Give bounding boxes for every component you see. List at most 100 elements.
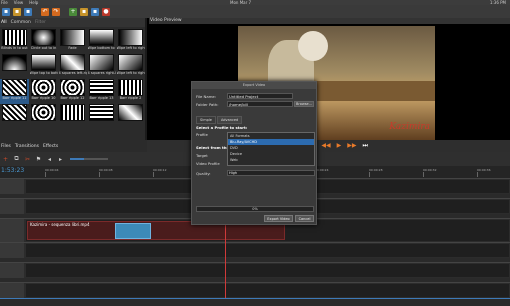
fast-forward-icon[interactable]: ▶▶ [347,142,356,150]
transition-thumbnail [60,54,85,71]
folder-path-label: Folder Path: [196,102,219,107]
transition-item[interactable]: Wipe left to right [116,29,145,54]
transition-label: 4 squares right-left [87,71,116,75]
transition-item[interactable]: Barr ripple 10 [29,79,58,104]
ruler-tick: 00:00:32 [423,168,437,177]
filter-common[interactable]: Common [11,20,31,25]
export-mode-tabs: Simple Advanced [196,116,243,124]
export-video-button[interactable]: Export Video [264,215,293,222]
track-header[interactable] [0,283,24,298]
transition-item[interactable]: Wipe top to bottom [29,54,58,79]
transition-label: Barr ripple 13 [89,96,114,100]
quality-label: Quality: [196,171,211,176]
transition-item[interactable]: 4 squares left-right [58,54,87,79]
transition-thumbnail [60,29,85,46]
fullscreen-icon[interactable]: ▪ [91,7,99,16]
track-header[interactable] [0,263,24,278]
transition-item[interactable] [116,104,145,129]
transition-thumbnail [118,29,143,46]
transition-item[interactable]: 4 squares right-left [87,54,116,79]
toolbar-separator [35,8,38,16]
open-folder-icon[interactable]: ▪ [13,7,21,16]
razor-icon[interactable]: ✂ [24,156,31,163]
transition-label: Wipe left to right [116,46,145,50]
timeline-track[interactable] [0,262,510,278]
transition-label: Barr ripple 12 [60,96,85,100]
profile-label: Profile [196,132,208,137]
transition-item[interactable]: Wipe left to right [116,54,145,79]
track-lane[interactable] [26,264,509,277]
transition-thumbnail [118,104,143,121]
horizontal-scrollbar[interactable] [0,298,510,306]
transition-thumbnail [89,79,114,96]
track-lane[interactable] [26,244,509,257]
profile-icon[interactable]: ▪ [80,7,88,16]
track-header[interactable] [0,219,24,242]
transition-item[interactable] [29,104,58,129]
next-marker-icon[interactable]: ▸ [57,156,64,163]
transition-thumbnail [2,104,27,121]
track-header[interactable] [0,199,24,214]
transition-item[interactable]: Circle out to in [29,29,58,54]
transition-item[interactable] [58,104,87,129]
transition-label: Blinds in to out [1,46,28,50]
jump-end-icon[interactable]: ⏭ [363,142,368,150]
export-video-icon[interactable]: ● [102,7,110,16]
transitions-filter-tabs: All Common Filter [0,18,145,27]
file-name-label: File Name: [196,94,217,99]
add-track-icon[interactable]: + [2,156,9,163]
new-project-icon[interactable]: ▪ [2,7,10,16]
profile-dropdown-list[interactable]: All Formats Blu-Ray/AVCHD DVD Device Web [227,132,315,166]
file-name-input[interactable]: Untitled Project [227,93,293,99]
tab-effects[interactable]: Effects [43,144,58,149]
ruler-tick: 00:00:24 [315,168,329,177]
tab-transitions[interactable]: Transitions [15,144,39,149]
import-files-icon[interactable]: + [69,7,77,16]
main-toolbar: ▪ ▪ ▪ ↶ ↷ + ▪ ▪ ● [0,5,510,18]
track-lane[interactable] [26,284,509,297]
previous-marker-icon[interactable]: ◂ [46,156,53,163]
tab-advanced[interactable]: Advanced [216,116,243,124]
redo-icon[interactable]: ↷ [52,7,60,16]
play-icon[interactable]: ▶ [337,142,342,150]
transition-on-clip[interactable] [115,223,151,239]
profile-option[interactable]: Web [228,157,314,163]
tab-simple[interactable]: Simple [196,116,216,124]
transition-item[interactable] [0,54,29,79]
profile-section-heading: Select a Profile to start: [196,125,248,130]
track-header[interactable] [0,179,24,194]
transition-item[interactable]: Barr ripple 13 [87,79,116,104]
zoom-slider[interactable] [70,158,108,160]
transition-item[interactable]: Blinds in to out [0,29,29,54]
timeline-track[interactable] [0,242,510,258]
transition-item[interactable] [0,104,29,129]
folder-path-input[interactable]: /home/bill [227,101,293,107]
undo-icon[interactable]: ↶ [41,7,49,16]
transition-item[interactable]: Barr ripple 12 [58,79,87,104]
filter-search[interactable]: Filter [35,20,46,25]
transition-item[interactable]: Barr ripple 2 [116,79,145,104]
export-video-dialog: Export Video File Name: Untitled Project… [191,81,317,225]
zoom-slider-fill [70,158,84,160]
transition-thumbnail [31,104,56,121]
transition-item-selected[interactable]: Barr ripple 11 [0,79,29,104]
timeline-track[interactable] [0,282,510,298]
transition-label: Barr ripple 2 [119,96,142,100]
browse-button[interactable]: Browse... [294,101,314,107]
filter-all[interactable]: All [1,20,7,25]
save-icon[interactable]: ▪ [24,7,32,16]
snap-icon[interactable]: ⧉ [13,155,20,163]
tab-files[interactable]: Files [1,144,11,149]
transition-item[interactable]: Fade [58,29,87,54]
track-header[interactable] [0,243,24,258]
transition-thumbnail [2,79,27,96]
transition-item[interactable] [87,104,116,129]
rewind-icon[interactable]: ◀◀ [321,142,330,150]
quality-select[interactable]: High [227,170,315,176]
transitions-panel: All Common Filter Blinds in to out Circl… [0,18,145,140]
cancel-button[interactable]: Cancel [295,215,314,222]
transition-item[interactable]: Wipe bottom to top [87,29,116,54]
marker-icon[interactable]: ⚑ [35,156,42,163]
transition-label: Barr ripple 10 [31,96,56,100]
transition-thumbnail [89,54,114,71]
